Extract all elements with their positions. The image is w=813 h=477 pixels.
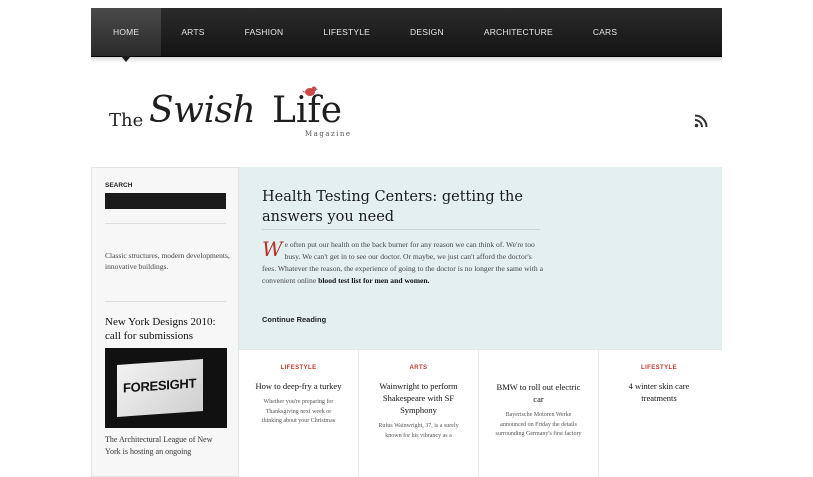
featured-body: We often put our health on the back burn… xyxy=(262,239,544,287)
card-excerpt: Rufus Wainwright, 37, is a surely known … xyxy=(378,423,459,439)
sidebar: SEARCH Classic structures, modern develo… xyxy=(91,167,239,477)
article-card[interactable]: LIFESTYLE How to deep-fry a turkey Wheth… xyxy=(239,350,359,477)
article-card[interactable]: LIFESTYLE 4 winter skin care treatments xyxy=(599,350,719,477)
continue-reading-link[interactable]: Continue Reading xyxy=(262,315,326,324)
card-title[interactable]: BMW to roll out electric car xyxy=(494,381,584,405)
search-label: SEARCH xyxy=(105,182,133,189)
featured-divider xyxy=(262,229,540,230)
featured-dropcap: W xyxy=(262,237,283,261)
bird-icon xyxy=(302,86,318,96)
logo-swish: Swish xyxy=(149,90,256,131)
sidebar-blurb: Classic structures, modern developments,… xyxy=(105,251,230,271)
article-card[interactable]: BMW to roll out electric car Bayerische … xyxy=(479,350,599,477)
article-card[interactable]: ARTS Wainwright to perform Shakespeare w… xyxy=(359,350,479,477)
nav-item-cars[interactable]: CARS xyxy=(573,8,637,56)
nav-item-fashion[interactable]: FASHION xyxy=(225,8,304,56)
nav-shadow xyxy=(91,57,722,63)
card-category xyxy=(479,365,598,372)
search-input[interactable] xyxy=(105,193,226,209)
card-title[interactable]: Wainwright to perform Shakespeare with S… xyxy=(374,380,464,416)
sidebar-post-title[interactable]: New York Designs 2010: call for submissi… xyxy=(105,315,233,343)
nav-item-lifestyle[interactable]: LIFESTYLE xyxy=(303,8,390,56)
logo-the: The xyxy=(109,110,144,131)
sidebar-post-image[interactable]: FORESIGHT xyxy=(105,348,227,428)
nav-item-arts[interactable]: ARTS xyxy=(161,8,224,56)
nav-item-architecture[interactable]: ARCHITECTURE xyxy=(464,8,573,56)
card-excerpt: Bayerische Motoren Werke announced on Fr… xyxy=(495,412,582,437)
sidebar-post-caption: The Architectural League of New York is … xyxy=(105,435,213,456)
nav-item-design[interactable]: DESIGN xyxy=(390,8,464,56)
nav-item-home[interactable]: HOME xyxy=(91,8,162,62)
sidebar-divider xyxy=(105,223,226,224)
sidebar-divider xyxy=(105,301,226,302)
card-category: LIFESTYLE xyxy=(641,365,677,371)
card-excerpt: Whether you're preparing for Thanksgivin… xyxy=(261,399,336,424)
featured-title[interactable]: Health Testing Centers: getting the answ… xyxy=(262,187,552,227)
featured-article: Health Testing Centers: getting the answ… xyxy=(239,167,722,349)
rss-icon[interactable] xyxy=(694,114,708,128)
card-category: LIFESTYLE xyxy=(280,365,317,371)
card-title[interactable]: 4 winter skin care treatments xyxy=(614,380,704,404)
article-cards: LIFESTYLE How to deep-fry a turkey Wheth… xyxy=(239,349,722,477)
card-category: ARTS xyxy=(409,365,428,371)
top-navigation: HOME ARTS FASHION LIFESTYLE DESIGN ARCHI… xyxy=(91,8,722,62)
card-title[interactable]: How to deep-fry a turkey xyxy=(254,380,344,392)
logo-magazine: Magazine xyxy=(305,130,352,138)
featured-body-link[interactable]: blood test list for men and women. xyxy=(318,276,429,285)
